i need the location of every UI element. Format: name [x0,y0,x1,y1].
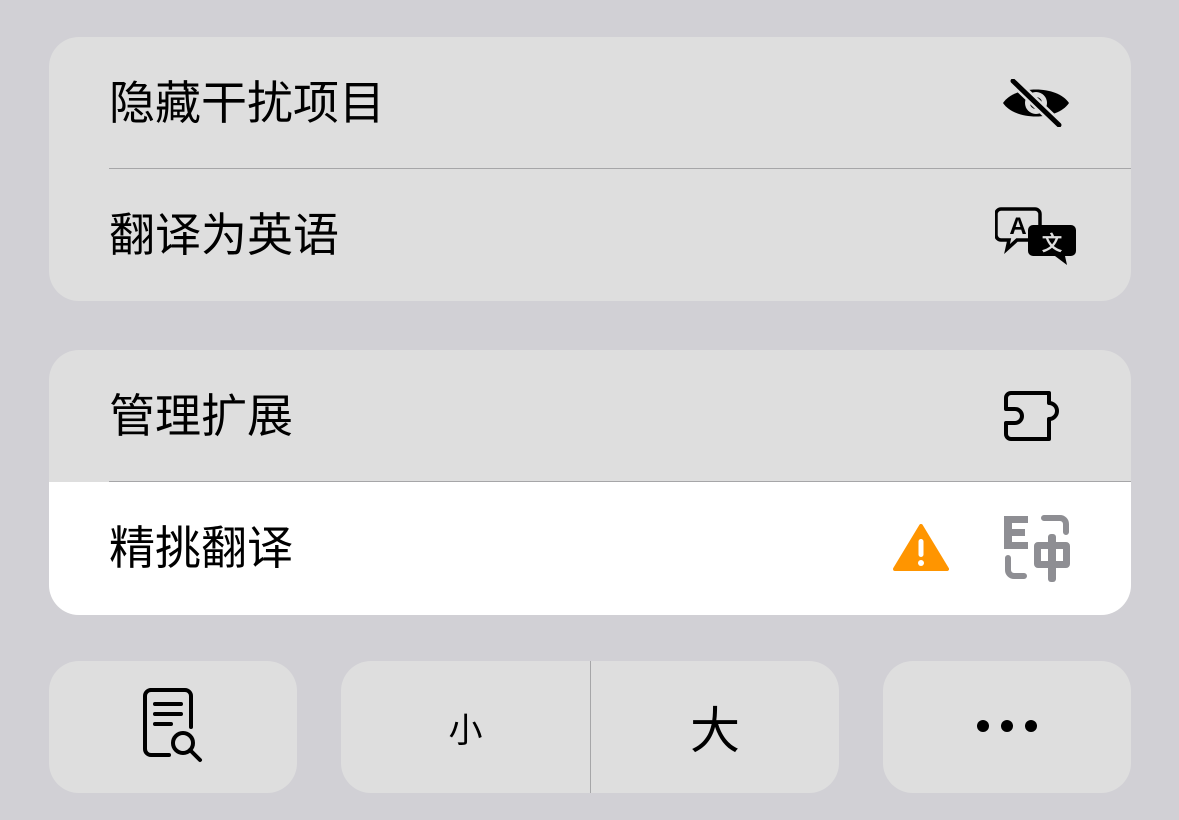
menu-item-label: 翻译为英语 [109,208,339,262]
warning-triangle-icon [891,482,951,614]
ellipsis-icon [976,718,1038,737]
svg-text:文: 文 [1042,231,1063,255]
menu-item-label: 精挑翻译 [109,521,293,575]
menu-item-label: 隐藏干扰项目 [109,76,385,130]
menu-item-label: 管理扩展 [109,389,293,443]
menu-item-hide-distracting-items[interactable]: 隐藏干扰项目 [49,37,1131,169]
text-zoom-control: 小 大 [341,661,839,793]
svg-text:A: A [1009,213,1026,240]
menu-item-translate-to-english[interactable]: 翻译为英语 A 文 [49,169,1131,301]
zoom-small-label: 小 [448,710,483,751]
menu-item-manage-extensions[interactable]: 管理扩展 [49,350,1131,482]
menu-item-curated-translate[interactable]: 精挑翻译 [49,482,1131,615]
translate-bubble-icon: A 文 [993,169,1079,301]
document-search-icon [141,687,205,767]
e-zhong-translate-icon [995,482,1081,614]
eye-slash-icon [1000,37,1072,169]
zoom-in-button[interactable]: 大 [591,661,839,793]
menu-group-extensions: 管理扩展 精挑翻译 [49,350,1131,615]
zoom-large-label: 大 [690,702,740,760]
reader-button[interactable] [49,661,297,793]
more-button[interactable] [883,661,1131,793]
puzzle-extension-icon [1000,350,1072,482]
zoom-out-button[interactable]: 小 [341,661,590,793]
menu-group-page-tools: 隐藏干扰项目 翻译为英语 A 文 [49,37,1131,301]
